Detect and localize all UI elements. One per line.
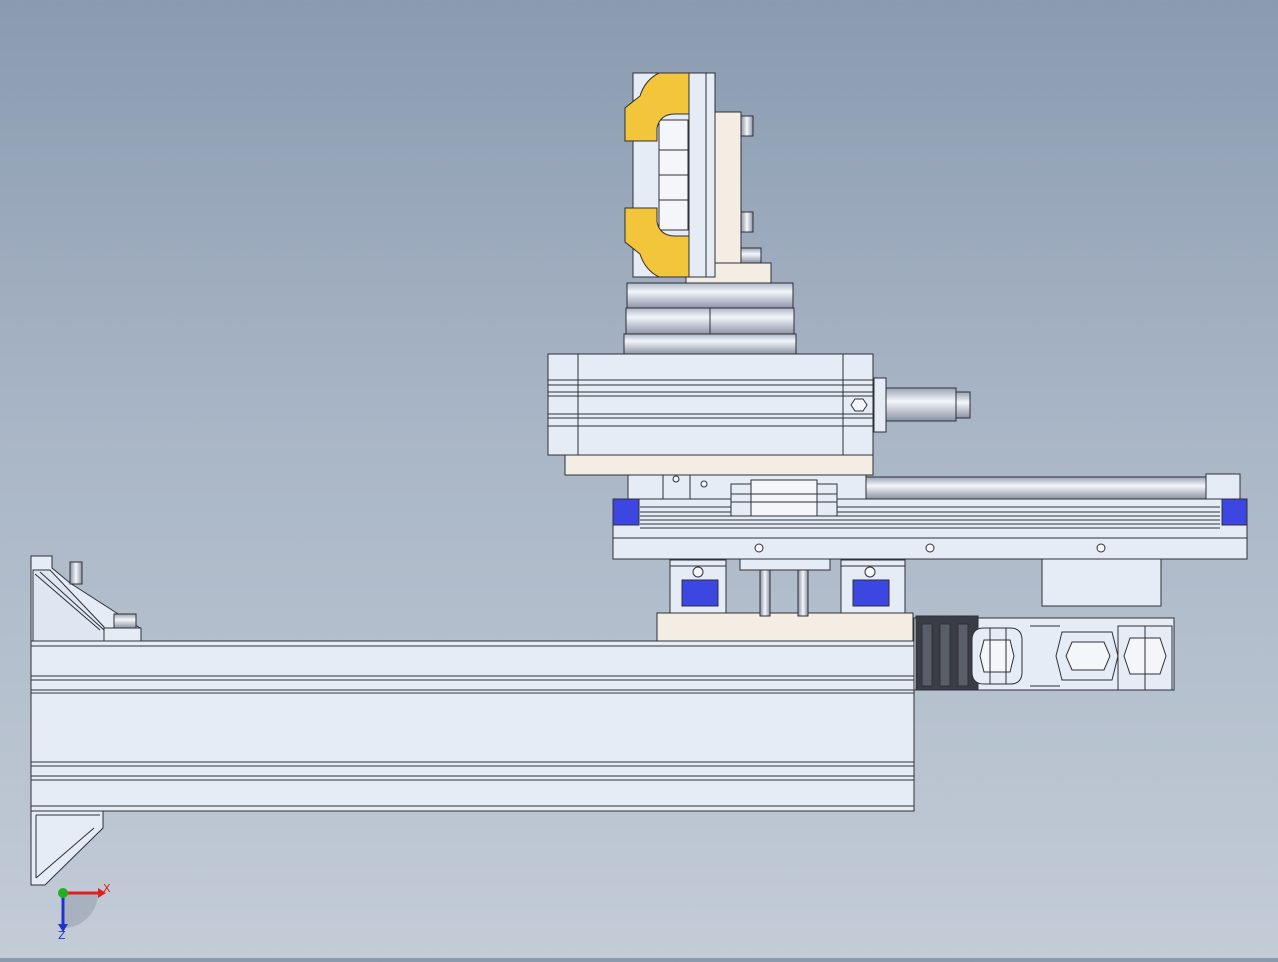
rotary-actuator <box>623 282 797 355</box>
cylinder-mount-plate <box>564 454 874 476</box>
x-axis-label: X <box>103 882 111 895</box>
left-bottom-bracket <box>30 810 104 886</box>
z-axis-label: Z <box>58 929 66 942</box>
upper-linear-rail <box>612 498 1248 539</box>
carriage-base-block <box>656 612 914 642</box>
cad-viewport[interactable]: X Z <box>0 0 1278 958</box>
assembly-drawing: X Z <box>30 72 1248 942</box>
left-top-bracket <box>30 555 142 642</box>
pneumatic-cylinder <box>547 353 874 456</box>
linear-guide-slider-right <box>840 559 906 614</box>
cable-drag-chain <box>913 615 1175 691</box>
linear-guide-slider-left <box>669 559 727 614</box>
cylinder-piston-rod <box>873 377 971 433</box>
y-axis-dot <box>58 888 68 898</box>
rodless-cylinder-tube <box>865 473 1241 500</box>
guide-pins <box>739 557 831 617</box>
coordinate-triad: X Z <box>58 882 111 942</box>
base-profile-beam <box>30 640 915 812</box>
